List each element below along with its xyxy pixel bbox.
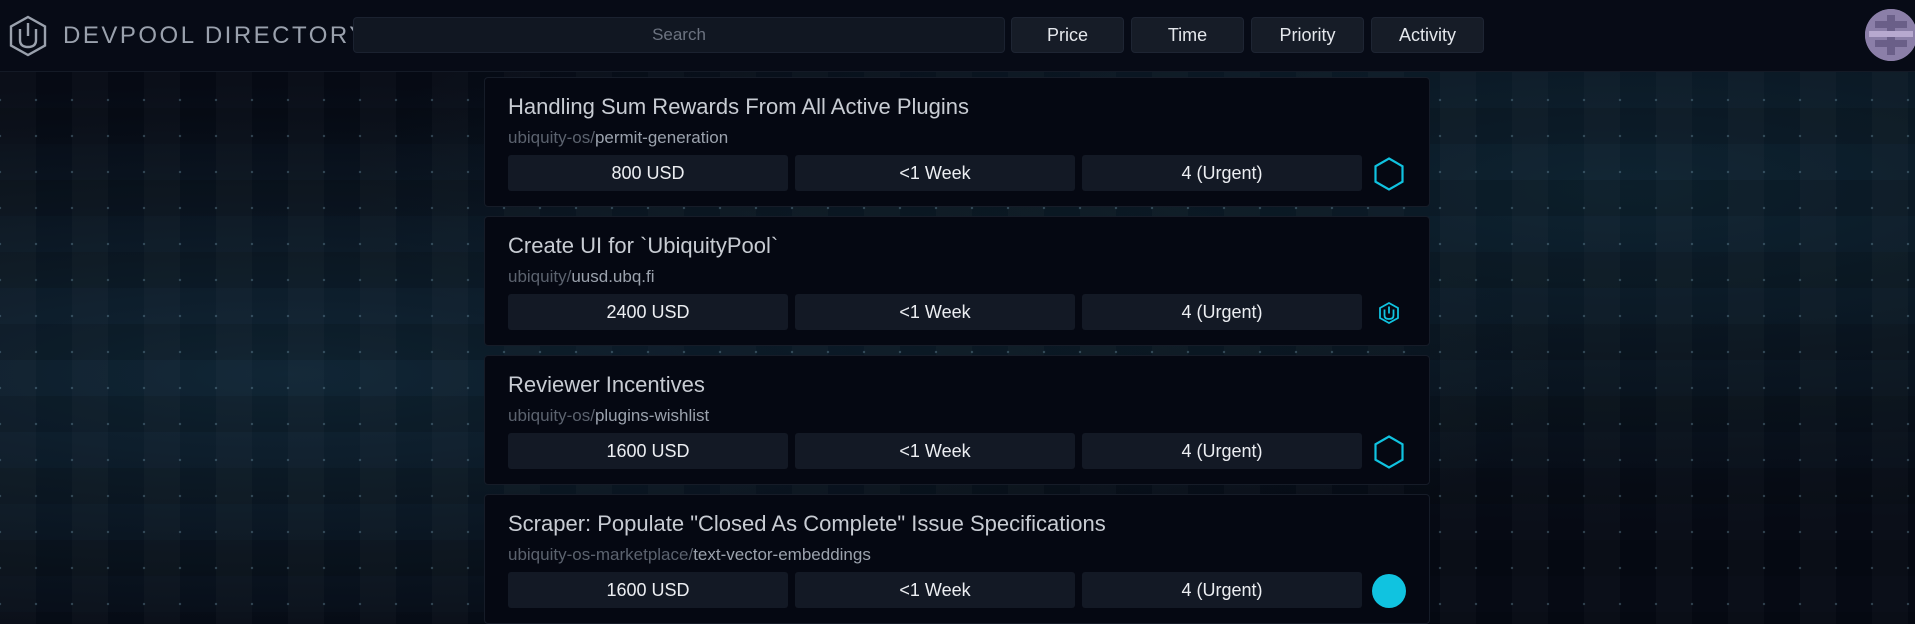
repo-org: ubiquity-os/ bbox=[508, 128, 595, 147]
repo-org: ubiquity/ bbox=[508, 267, 572, 286]
time-label: <1 Week bbox=[795, 155, 1075, 191]
priority-label: 4 (Urgent) bbox=[1082, 572, 1362, 608]
sort-price-button[interactable]: Price bbox=[1011, 17, 1124, 53]
repo-org: ubiquity-os-marketplace/ bbox=[508, 545, 694, 564]
top-bar: DEVPOOL DIRECTORY Price Time Priority Ac… bbox=[0, 0, 1915, 72]
time-label: <1 Week bbox=[795, 433, 1075, 469]
priority-label: 4 (Urgent) bbox=[1082, 433, 1362, 469]
repo-org: ubiquity-os/ bbox=[508, 406, 595, 425]
issue-title[interactable]: Scraper: Populate "Closed As Complete" I… bbox=[508, 511, 1106, 537]
issue-repository[interactable]: ubiquity-os/plugins-wishlist bbox=[508, 406, 709, 426]
sort-time-button[interactable]: Time bbox=[1131, 17, 1244, 53]
issue-card[interactable]: Handling Sum Rewards From All Active Plu… bbox=[484, 77, 1430, 207]
issue-repository[interactable]: ubiquity/uusd.ubq.fi bbox=[508, 267, 655, 287]
priority-label: 4 (Urgent) bbox=[1082, 155, 1362, 191]
devpool-logo-icon[interactable] bbox=[8, 15, 48, 57]
sort-activity-button[interactable]: Activity bbox=[1371, 17, 1484, 53]
price-label: 1600 USD bbox=[508, 572, 788, 608]
issue-card[interactable]: Scraper: Populate "Closed As Complete" I… bbox=[484, 494, 1430, 624]
hexagon-outline-icon bbox=[1374, 157, 1404, 191]
avatar-pattern-icon bbox=[1865, 9, 1915, 61]
price-label: 1600 USD bbox=[508, 433, 788, 469]
repo-name: uusd.ubq.fi bbox=[571, 267, 655, 286]
cyan-circle-icon bbox=[1372, 574, 1406, 608]
price-label: 2400 USD bbox=[508, 294, 788, 330]
issue-title[interactable]: Handling Sum Rewards From All Active Plu… bbox=[508, 94, 969, 120]
issue-repository[interactable]: ubiquity-os-marketplace/text-vector-embe… bbox=[508, 545, 871, 565]
issue-repository[interactable]: ubiquity-os/permit-generation bbox=[508, 128, 728, 148]
hexagon-outline-icon bbox=[1374, 435, 1404, 469]
search-input[interactable] bbox=[353, 17, 1005, 53]
repo-name: permit-generation bbox=[594, 128, 729, 147]
issue-title[interactable]: Create UI for `UbiquityPool` bbox=[508, 233, 778, 259]
issue-card[interactable]: Create UI for `UbiquityPool` ubiquity/uu… bbox=[484, 216, 1430, 346]
ubiquity-logo-icon bbox=[1379, 301, 1399, 325]
price-label: 800 USD bbox=[508, 155, 788, 191]
issue-card[interactable]: Reviewer Incentives ubiquity-os/plugins-… bbox=[484, 355, 1430, 485]
user-avatar[interactable] bbox=[1865, 9, 1915, 61]
repo-name: text-vector-embeddings bbox=[693, 545, 871, 564]
repo-name: plugins-wishlist bbox=[594, 406, 710, 425]
sort-priority-button[interactable]: Priority bbox=[1251, 17, 1364, 53]
priority-label: 4 (Urgent) bbox=[1082, 294, 1362, 330]
time-label: <1 Week bbox=[795, 294, 1075, 330]
app-title[interactable]: DEVPOOL DIRECTORY bbox=[63, 22, 368, 50]
issue-title[interactable]: Reviewer Incentives bbox=[508, 372, 705, 398]
time-label: <1 Week bbox=[795, 572, 1075, 608]
